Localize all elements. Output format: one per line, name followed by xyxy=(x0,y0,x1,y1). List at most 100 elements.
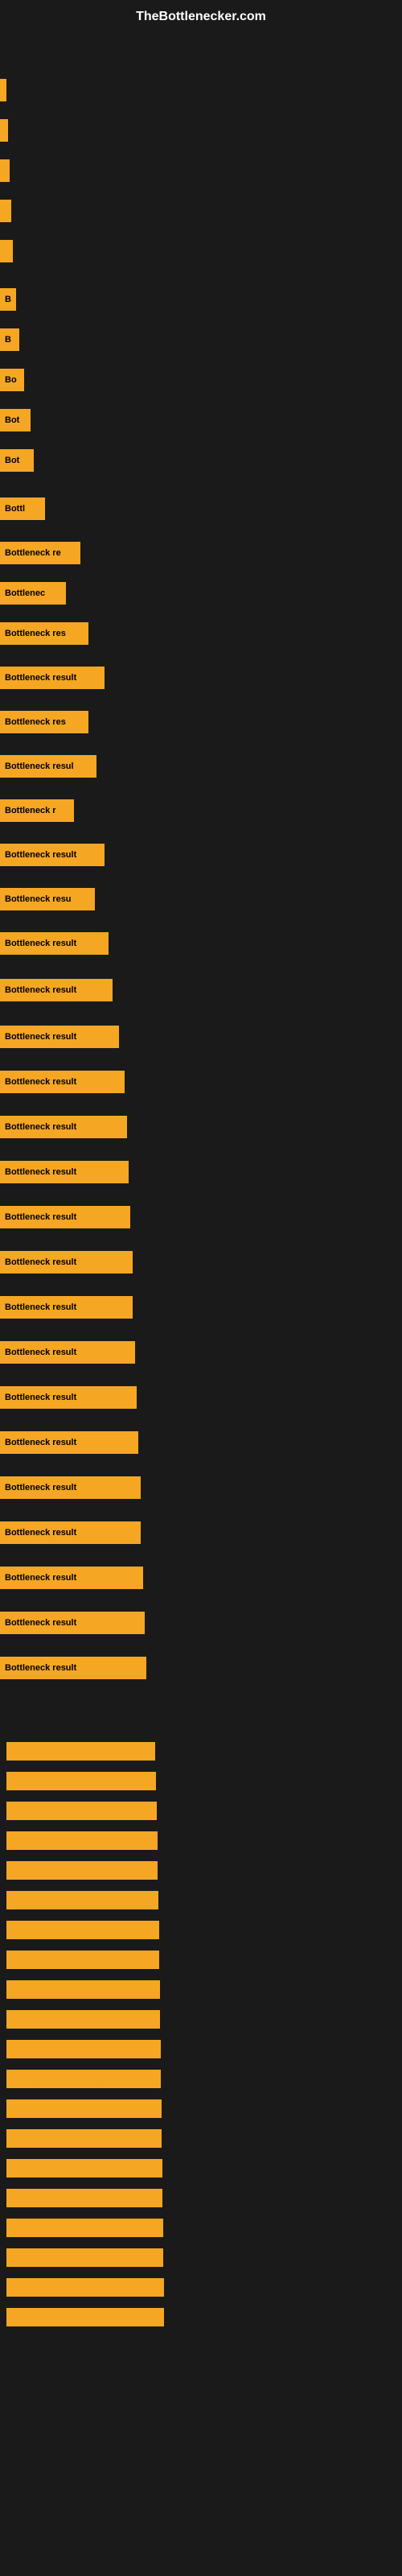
bar: Bottleneck result xyxy=(0,1612,145,1634)
bar-row: Bottl xyxy=(0,497,402,520)
bottleneck-label: Bottleneck result xyxy=(6,1891,158,1909)
bar: Bottleneck resu xyxy=(0,888,95,910)
bottleneck-label: Bottleneck result xyxy=(6,1742,155,1761)
bar-row xyxy=(0,119,402,142)
bar: Bottleneck res xyxy=(0,622,88,645)
bottleneck-row: Bottleneck result xyxy=(0,1916,402,1944)
bottleneck-label: Bottleneck result xyxy=(6,2070,161,2088)
bar-row: Bot xyxy=(0,409,402,431)
bar: Bo xyxy=(0,369,24,391)
bar: B xyxy=(0,288,16,311)
bar-row: Bottleneck result xyxy=(0,1567,402,1589)
bar: Bottleneck result xyxy=(0,1296,133,1319)
bar-row xyxy=(0,240,402,262)
bottleneck-label: Bottleneck result xyxy=(6,2099,162,2118)
bar-row: Bottleneck result xyxy=(0,1026,402,1048)
bar: Bottleneck result xyxy=(0,1206,130,1228)
bar: Bottleneck result xyxy=(0,1026,119,1048)
bottleneck-label: Bottleneck result xyxy=(6,1772,156,1790)
bottleneck-row: Bottleneck result xyxy=(0,2154,402,2182)
bottleneck-label: Bottleneck result xyxy=(6,2159,162,2178)
bar: Bot xyxy=(0,449,34,472)
bar-row: Bottleneck result xyxy=(0,1296,402,1319)
bottleneck-row: Bottleneck result xyxy=(0,2214,402,2242)
bottleneck-row: Bottleneck result xyxy=(0,2005,402,2033)
bottleneck-label: Bottleneck result xyxy=(6,2189,162,2207)
bar-row: Bottleneck result xyxy=(0,932,402,955)
bottleneck-row: Bottleneck result xyxy=(0,2124,402,2153)
bar-row: Bottleneck result xyxy=(0,1521,402,1544)
bar-row: Bottleneck result xyxy=(0,1071,402,1093)
bottleneck-row: Bottleneck result xyxy=(0,1737,402,1765)
bar xyxy=(0,79,6,101)
bar: Bottleneck result xyxy=(0,1071,125,1093)
bottleneck-section: Bottleneck result Bottleneck result Bottle… xyxy=(0,1721,402,2331)
bottleneck-label: Bottleneck result xyxy=(6,2278,164,2297)
bar-row: B xyxy=(0,288,402,311)
bottleneck-row: Bottleneck result xyxy=(0,1946,402,1974)
bar-row: Bottleneck result xyxy=(0,1386,402,1409)
bottleneck-row: Bottleneck result xyxy=(0,2035,402,2063)
bar-row xyxy=(0,200,402,222)
bar-row: Bottleneck result xyxy=(0,1161,402,1183)
bar: Bottleneck resul xyxy=(0,755,96,778)
bar: Bottleneck result xyxy=(0,667,105,689)
bottleneck-row: Bottleneck result xyxy=(0,1827,402,1855)
bar: Bottleneck result xyxy=(0,1521,141,1544)
bottleneck-label: Bottleneck result xyxy=(6,2219,163,2237)
bottleneck-label: Bottleneck result xyxy=(6,2010,160,2029)
bar xyxy=(0,119,8,142)
bar: Bottleneck result xyxy=(0,844,105,866)
bar: Bottleneck result xyxy=(0,979,113,1001)
bar xyxy=(0,240,13,262)
bar: Bottleneck res xyxy=(0,711,88,733)
site-title: TheBottlenecker.com xyxy=(0,0,402,31)
bottleneck-row: Bottleneck result xyxy=(0,1856,402,1885)
bar-row: Bottleneck result xyxy=(0,1341,402,1364)
bar-row: Bottleneck resu xyxy=(0,888,402,910)
bar-row: Bottleneck res xyxy=(0,622,402,645)
bottleneck-row: Bottleneck result xyxy=(0,2303,402,2331)
bar xyxy=(0,159,10,182)
bar: Bottleneck result xyxy=(0,1341,135,1364)
bar-row: Bottleneck result xyxy=(0,1431,402,1454)
bottleneck-label: Bottleneck result xyxy=(6,2248,163,2267)
bar-row: Bottleneck re xyxy=(0,542,402,564)
bottleneck-row: Bottleneck result xyxy=(0,2244,402,2272)
bottleneck-row: Bottleneck result xyxy=(0,1797,402,1825)
bar-row: Bottleneck result xyxy=(0,979,402,1001)
bar-row: B xyxy=(0,328,402,351)
bottleneck-label: Bottleneck result xyxy=(6,1802,157,1820)
bar: Bottleneck result xyxy=(0,1251,133,1274)
bar-row: Bottleneck result xyxy=(0,1657,402,1679)
bar-row: Bottleneck result xyxy=(0,1612,402,1634)
bottleneck-row: Bottleneck result xyxy=(0,2273,402,2301)
bottleneck-row: Bottleneck result xyxy=(0,2065,402,2093)
bar-row: Bottleneck resul xyxy=(0,755,402,778)
bar xyxy=(0,200,11,222)
bottleneck-row: Bottleneck result xyxy=(0,1767,402,1795)
bar: Bottleneck result xyxy=(0,932,109,955)
bar-row: Bottleneck result xyxy=(0,667,402,689)
bar: Bottleneck re xyxy=(0,542,80,564)
bar: Bottlenec xyxy=(0,582,66,605)
bottleneck-row: Bottleneck result xyxy=(0,1886,402,1914)
bottleneck-row: Bottleneck result xyxy=(0,2095,402,2123)
bar-row xyxy=(0,159,402,182)
bottleneck-label: Bottleneck result xyxy=(6,1951,159,1969)
bar-row xyxy=(0,79,402,101)
bar-row: Bottlenec xyxy=(0,582,402,605)
bar-row: Bottleneck result xyxy=(0,1206,402,1228)
bottleneck-label: Bottleneck result xyxy=(6,1980,160,1999)
bottleneck-label: Bottleneck result xyxy=(6,1831,158,1850)
bar-row: Bot xyxy=(0,449,402,472)
bottleneck-label: Bottleneck result xyxy=(6,2308,164,2326)
bottleneck-label: Bottleneck result xyxy=(6,2040,161,2058)
bar: Bottl xyxy=(0,497,45,520)
bar-row: Bottleneck res xyxy=(0,711,402,733)
bar: Bottleneck r xyxy=(0,799,74,822)
bar-row: Bottleneck result xyxy=(0,1116,402,1138)
bar-row: Bottleneck result xyxy=(0,844,402,866)
bar: Bottleneck result xyxy=(0,1386,137,1409)
bar: Bot xyxy=(0,409,31,431)
